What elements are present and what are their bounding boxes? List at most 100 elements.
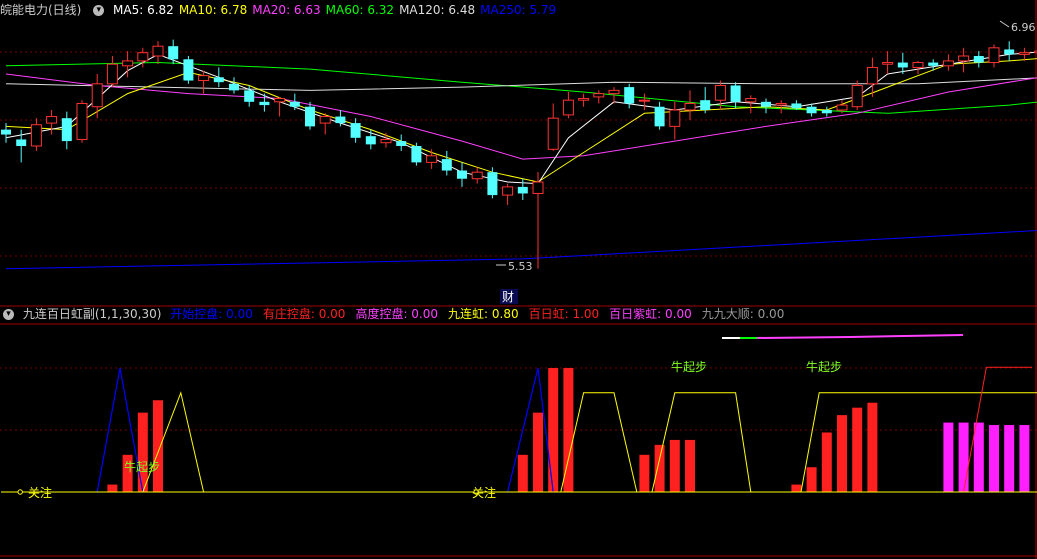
- indicator-bar: [806, 467, 817, 492]
- indicator-bar: [837, 415, 847, 492]
- indicator-bar: [685, 439, 695, 492]
- indicator-bar: [1019, 425, 1030, 492]
- candle-body: [608, 89, 620, 95]
- yellow-path-line: [142, 391, 1037, 493]
- candle-body: [426, 155, 438, 163]
- candle-body: [761, 101, 771, 107]
- indicator-bar: [654, 444, 665, 492]
- niu-label-2: 牛起步: [671, 359, 707, 374]
- candle-body: [152, 45, 164, 57]
- candle-body: [213, 77, 224, 83]
- candle-body: [912, 62, 924, 68]
- candle-body: [1, 129, 11, 135]
- candle-body: [928, 62, 939, 66]
- candle-body: [274, 98, 286, 103]
- candle-body: [700, 100, 711, 110]
- candle-body: [183, 59, 194, 81]
- candle-body: [730, 85, 741, 102]
- indicator-bar: [852, 407, 863, 492]
- chart-canvas[interactable]: 6.96 5.53 财 牛起步 牛起步 牛起步 关注 关注: [0, 0, 1037, 559]
- candle-body: [942, 60, 954, 67]
- candle-body: [882, 62, 894, 65]
- candle-body: [517, 186, 528, 194]
- candle-body: [122, 60, 134, 67]
- candle-body: [806, 106, 817, 114]
- candle-body: [791, 103, 802, 109]
- indicator-bar: [153, 400, 163, 492]
- low-marker: 5.53: [496, 260, 533, 273]
- candle-body: [319, 116, 331, 124]
- low-label: 5.53: [508, 260, 533, 273]
- indicator-bar: [821, 432, 832, 492]
- candle-body: [578, 98, 590, 101]
- indicator-bar: [548, 368, 559, 492]
- candle-body: [487, 172, 498, 196]
- candle-body: [714, 84, 726, 101]
- candle-body: [198, 75, 210, 82]
- candle-body: [30, 124, 42, 147]
- guanzhu-marker: [17, 489, 23, 495]
- indicator-bar: [943, 422, 954, 492]
- candle-body: [61, 118, 72, 142]
- high-marker: 6.96: [999, 20, 1036, 34]
- candle-body: [335, 116, 346, 124]
- cai-badge: 财: [502, 290, 514, 304]
- candle-body: [654, 106, 665, 127]
- indicator-bar: [791, 484, 802, 492]
- candle-body: [259, 101, 270, 106]
- indicator-bar: [533, 412, 543, 492]
- candle-body: [350, 123, 361, 138]
- ma-line-ma20: [5, 73, 1037, 160]
- candle-body: [897, 62, 908, 68]
- indicator-bar: [517, 454, 528, 492]
- indicator-bar: [973, 422, 984, 492]
- candle-body: [76, 102, 88, 140]
- candle-body: [836, 104, 848, 111]
- ma-lines: [5, 51, 1037, 270]
- candle-body: [821, 110, 832, 114]
- indicator-bar: [989, 425, 999, 492]
- ma-line-ma10: [5, 58, 1037, 183]
- candle-body: [457, 170, 467, 179]
- candle-body: [988, 47, 1000, 64]
- indicator-bar: [958, 422, 969, 492]
- candle-body: [958, 55, 970, 62]
- candle-body: [1004, 49, 1015, 55]
- candle-body: [137, 52, 149, 62]
- ma-line-ma5: [5, 51, 1037, 185]
- candle-body: [851, 84, 863, 108]
- candle-body: [593, 93, 605, 98]
- high-label: 6.96: [1011, 21, 1036, 34]
- candle-body: [305, 106, 315, 127]
- indicator-bar: [107, 484, 118, 492]
- niu-label-3: 牛起步: [806, 359, 842, 374]
- candle-body: [562, 99, 574, 116]
- candle-body: [106, 63, 118, 85]
- candle-body: [16, 139, 27, 146]
- indicator-bar: [639, 454, 650, 492]
- indicator-bar: [669, 439, 680, 492]
- indicator-bar: [867, 402, 878, 492]
- ma-line-ma60: [5, 61, 1037, 114]
- candle-body: [289, 101, 300, 107]
- candle-body: [624, 87, 635, 104]
- candle-body: [244, 90, 255, 102]
- guanzhu-label-1: 关注: [28, 485, 52, 500]
- candle-body: [684, 102, 696, 111]
- candle-body: [502, 186, 514, 196]
- candle-body: [91, 83, 103, 108]
- candle-body: [229, 83, 239, 91]
- guanzhu-label-2: 关注: [472, 485, 496, 500]
- candle-body: [866, 66, 878, 85]
- candle-body: [46, 116, 58, 124]
- candle-body: [669, 109, 681, 127]
- candle-body: [380, 138, 392, 144]
- candle-body: [1018, 52, 1030, 55]
- candle-body: [365, 136, 376, 145]
- candle-body: [547, 117, 559, 150]
- candle-body: [973, 56, 984, 63]
- candle-body: [441, 159, 452, 171]
- niu-label-1: 牛起步: [124, 459, 160, 474]
- candle-body: [396, 141, 407, 146]
- candle-body: [775, 102, 787, 106]
